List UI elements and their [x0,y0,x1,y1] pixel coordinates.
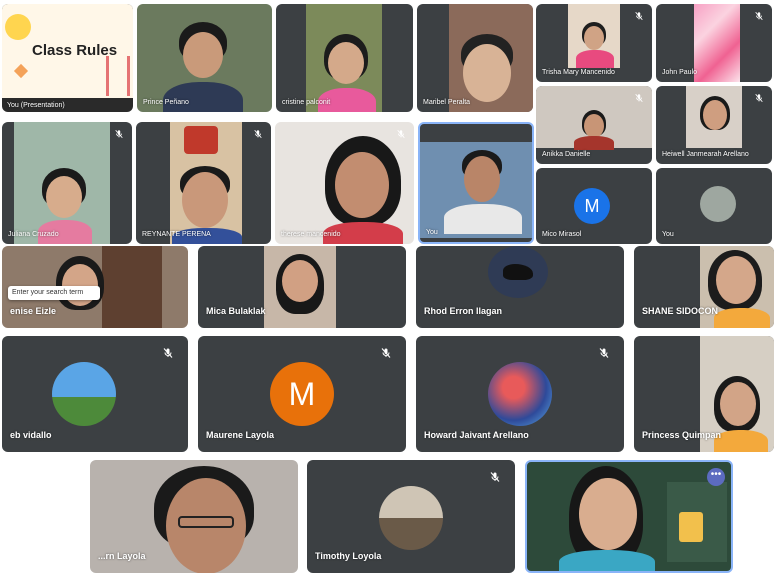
mic-off-icon [114,128,124,140]
participant-name: You (Presentation) [7,102,65,109]
participant-tile[interactable]: M Mico Mirasol [536,168,652,244]
participant-name: Anikka Danielle [542,151,591,158]
mic-off-icon [634,10,644,22]
participant-tile[interactable]: John Paulo [656,4,772,82]
wolf-icon [503,264,533,280]
participant-tile[interactable]: REYNANTE PERENA [136,122,271,244]
participant-name: Timothy Loyola [315,551,382,561]
avatar [700,186,736,222]
participant-tile[interactable]: Heiwell Janmearah Arellano [656,86,772,164]
participant-name: Trisha Mary Mancenido [542,69,615,76]
participant-name: Mica Bulaklak [206,306,266,316]
participant-tile[interactable]: therese mancenido [275,122,414,244]
participant-name: Prince Peñano [143,99,189,106]
more-options-button[interactable]: ••• [707,468,725,486]
avatar: M [574,188,610,224]
participant-tile-active[interactable]: You [418,122,534,244]
slide-thumbnail: Class Rules [2,4,133,98]
participant-name: Maribel Peralta [423,99,471,106]
participant-name: SHANE SIDOCON [642,306,719,316]
slide-decor-icon [13,63,29,79]
mic-off-icon [396,128,406,140]
search-input[interactable]: Enter your search term [8,286,100,300]
presentation-tile[interactable]: Class Rules You (Presentation) [2,4,133,112]
participant-name: eb vidallo [10,430,52,440]
participant-name: You [426,229,438,236]
participant-name: You [662,231,674,238]
participant-tile[interactable]: Anikka Danielle [536,86,652,164]
participant-name: REYNANTE PERENA [142,231,211,238]
participant-tile[interactable]: Prince Peñano [137,4,272,112]
participant-tile[interactable]: Howard Jaivant Arellano [416,336,624,452]
participant-tile[interactable]: SHANE SIDOCON [634,246,774,328]
mic-off-icon [489,470,501,484]
sun-icon [5,14,31,40]
avatar [52,362,116,426]
participant-name: Heiwell Janmearah Arellano [662,151,749,158]
participant-name: John Paulo [662,69,698,76]
slide-ladder-icon [106,56,130,96]
participant-tile[interactable]: Mica Bulaklak [198,246,406,328]
wall-decor [184,126,218,154]
slide-title: Class Rules [32,42,118,59]
participant-name: Rhod Erron Ilagan [424,306,503,316]
avatar [488,362,552,426]
mic-off-icon [598,346,610,360]
participant-video [102,246,162,328]
avatar: M [270,362,334,426]
participant-name: Princess Quimpan [642,430,722,440]
participant-tile[interactable]: Trisha Mary Mancenido [536,4,652,82]
avatar [488,246,548,298]
participant-name: Juliana Cruzado [8,231,59,238]
mic-off-icon [253,128,263,140]
glasses-icon [178,516,234,528]
participant-name: Howard Jaivant Arellano [424,430,529,440]
participant-tile[interactable]: You [656,168,772,244]
participant-tile[interactable]: Juliana Cruzado [2,122,132,244]
participant-tile-active[interactable]: ••• [525,460,733,573]
participant-name: enise Eizle [10,306,57,316]
participant-name: cristine palconit [282,99,331,106]
participant-tile[interactable]: M Maurene Layola [198,336,406,452]
mic-off-icon [162,346,174,360]
mic-off-icon [380,346,392,360]
participant-tile[interactable]: Princess Quimpan [634,336,774,452]
participant-tile[interactable]: Enter your search term enise Eizle [2,246,188,328]
participant-name: ...rn Layola [98,551,146,561]
participant-tile[interactable]: ...rn Layola [90,460,298,573]
mic-off-icon [634,92,644,104]
participant-name: therese mancenido [281,231,341,238]
pencil-cup-icon [679,512,703,542]
participant-tile[interactable]: Maribel Peralta [417,4,533,112]
participant-name: Mico Mirasol [542,231,582,238]
participant-video [694,4,740,82]
avatar [379,486,443,550]
participant-tile[interactable]: Rhod Erron Ilagan [416,246,624,328]
mic-off-icon [754,92,764,104]
participant-name: Maurene Layola [206,430,275,440]
participant-tile[interactable]: Timothy Loyola [307,460,515,573]
mic-off-icon [754,10,764,22]
participant-tile[interactable]: cristine palconit [276,4,413,112]
participant-tile[interactable]: eb vidallo [2,336,188,452]
